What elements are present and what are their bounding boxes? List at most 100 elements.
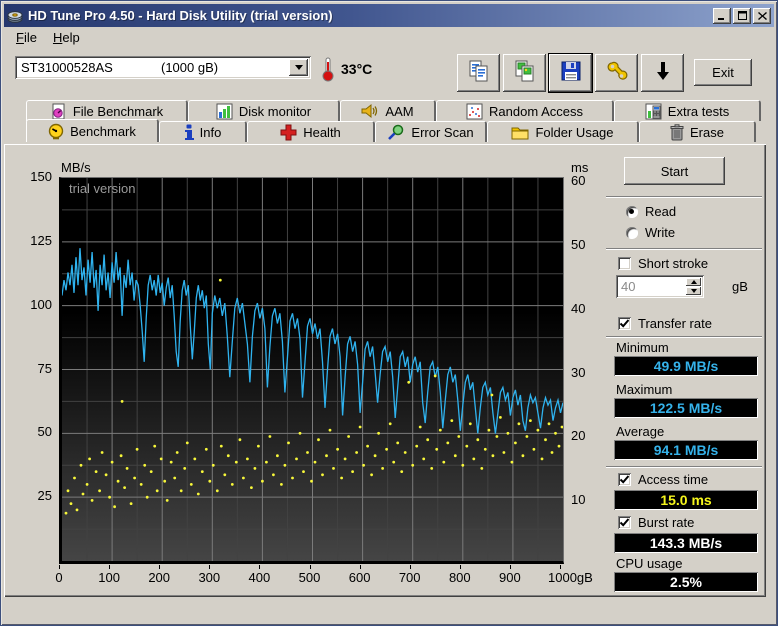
access-time-checkbox-box[interactable] (618, 473, 631, 486)
left-axis-tick: 125 (30, 232, 52, 248)
x-axis-tick: 1000gB (548, 570, 593, 585)
tab-strip: File Benchmark Disk monitor AAM Random Acce… (4, 100, 774, 144)
burst-rate-checkbox[interactable]: Burst rate (618, 515, 694, 530)
short-stroke-checkbox[interactable]: Short stroke (618, 256, 708, 271)
cpu-usage-value: 2.5% (614, 572, 758, 592)
cpu-usage-label: CPU usage (616, 556, 683, 571)
separator (606, 248, 762, 250)
burst-rate-value-text: 143.3 MB/s (649, 535, 723, 551)
tab-random-access[interactable]: Random Access (436, 100, 614, 121)
save-button[interactable] (549, 54, 592, 92)
drive-selector[interactable]: ST31000528AS (1000 gB) (15, 56, 311, 79)
title-bar[interactable]: HD Tune Pro 4.50 - Hard Disk Utility (tr… (4, 4, 774, 27)
tab-health[interactable]: Health (247, 121, 375, 142)
start-button[interactable]: Start (624, 157, 725, 185)
options-button[interactable] (595, 54, 638, 92)
tab-label: Folder Usage (535, 124, 614, 140)
x-axis-tickmark (509, 565, 511, 569)
drive-selector-dropdown-button[interactable] (289, 59, 308, 76)
x-axis-tickmark (560, 565, 561, 569)
right-axis-tick: 10 (571, 492, 586, 508)
read-radio-circle[interactable] (626, 205, 638, 218)
maximum-value-text: 122.5 MB/s (649, 400, 723, 416)
tab-label: AAM (385, 103, 414, 119)
transfer-rate-checkbox-box[interactable] (618, 317, 631, 330)
x-axis-tick: 700 (398, 570, 421, 585)
x-axis-tickmark (159, 565, 161, 569)
chevron-down-icon (294, 65, 303, 70)
copy-image-button[interactable] (503, 54, 546, 92)
tab-error-scan[interactable]: Error Scan (375, 121, 487, 142)
tab-info[interactable]: Info (159, 121, 247, 142)
access-time-value: 15.0 ms (614, 490, 758, 510)
window-title: HD Tune Pro 4.50 - Hard Disk Utility (tr… (28, 8, 333, 23)
transfer-rate-checkbox[interactable]: Transfer rate (618, 316, 712, 331)
left-axis-tick: 25 (37, 488, 52, 504)
health-icon (280, 124, 297, 141)
toolbar: ST31000528AS (1000 gB) 33°C Exit (4, 48, 774, 98)
tab-erase[interactable]: Erase (639, 121, 756, 142)
app-window: HD Tune Pro 4.50 - Hard Disk Utility (tr… (0, 0, 778, 626)
folder-icon (511, 125, 529, 140)
tab-aam[interactable]: AAM (340, 100, 436, 121)
right-axis-tick: 40 (571, 300, 586, 316)
download-button[interactable] (641, 54, 684, 92)
app-icon (7, 10, 23, 23)
right-axis-tick: 60 (571, 173, 586, 188)
maximize-button[interactable] (733, 7, 751, 24)
tab-label: File Benchmark (72, 103, 164, 119)
exit-label: Exit (712, 65, 734, 80)
tab-label: Extra tests (667, 103, 730, 119)
access-time-label: Access time (638, 472, 709, 487)
close-icon (757, 11, 767, 20)
menu-help[interactable]: Help (45, 28, 88, 47)
stroke-size-spinner[interactable]: 40 (616, 275, 704, 298)
burst-rate-value: 143.3 MB/s (614, 533, 758, 553)
x-axis-tick: 0 (55, 570, 63, 585)
left-axis-unit: MB/s (61, 160, 91, 175)
exit-button[interactable]: Exit (694, 59, 752, 86)
tab-folder-usage[interactable]: Folder Usage (487, 121, 639, 142)
burst-rate-label: Burst rate (638, 515, 695, 530)
thermometer-icon (322, 57, 334, 82)
tab-benchmark[interactable]: Benchmark (26, 119, 159, 142)
burst-rate-checkbox-box[interactable] (618, 516, 631, 529)
separator (606, 336, 762, 338)
write-radio[interactable]: Write (626, 225, 675, 240)
tab-disk-monitor[interactable]: Disk monitor (188, 100, 340, 121)
spin-up-button[interactable] (686, 278, 701, 286)
x-axis-tick: 200 (148, 570, 171, 585)
write-radio-circle[interactable] (626, 226, 638, 239)
read-radio[interactable]: Read (626, 204, 676, 219)
average-label: Average (616, 424, 665, 439)
random-access-icon (466, 103, 483, 120)
short-stroke-label: Short stroke (638, 256, 709, 271)
maximize-icon (737, 11, 747, 20)
minimize-button[interactable] (713, 7, 731, 24)
copy-text-icon (467, 59, 491, 88)
write-label: Write (645, 225, 676, 240)
tab-file-benchmark[interactable]: File Benchmark (26, 100, 188, 121)
x-axis-tick: 600 (348, 570, 371, 585)
separator (606, 196, 762, 198)
x-axis-tickmark (359, 565, 361, 569)
access-time-checkbox[interactable]: Access time (618, 472, 708, 487)
close-button[interactable] (753, 7, 771, 24)
tab-label: Info (199, 124, 222, 140)
spin-down-button[interactable] (686, 287, 701, 295)
x-axis-tick: 800 (448, 570, 471, 585)
tab-label: Erase (690, 124, 724, 140)
short-stroke-checkbox-box[interactable] (618, 257, 631, 270)
copy-text-button[interactable] (457, 54, 500, 92)
temperature-value: 33°C (341, 61, 373, 77)
trash-icon (670, 123, 684, 141)
maximum-label: Maximum (616, 382, 673, 397)
transfer-rate-label: Transfer rate (638, 316, 712, 331)
x-axis-tickmark (259, 565, 261, 569)
menu-file[interactable]: File (8, 28, 45, 47)
minimize-icon (718, 17, 724, 20)
tab-label: Random Access (489, 103, 583, 119)
tab-extra-tests[interactable]: Extra tests (614, 100, 761, 121)
cpu-usage-value-text: 2.5% (670, 574, 702, 590)
drive-size: (1000 gB) (161, 60, 219, 75)
